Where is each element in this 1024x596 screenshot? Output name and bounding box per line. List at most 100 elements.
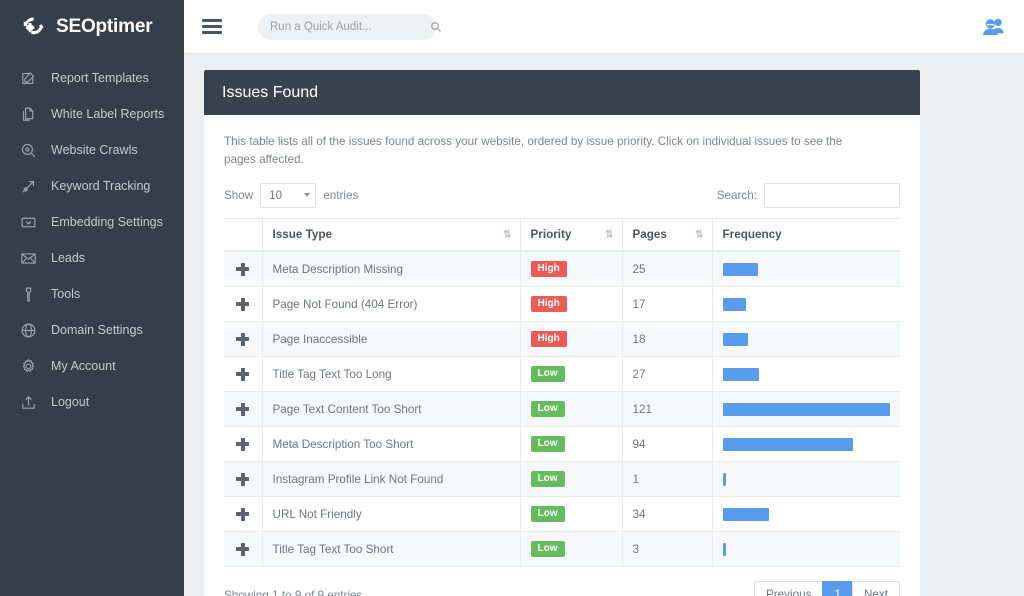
table-row[interactable]: URL Not Friendly Low 34 (224, 497, 900, 532)
people-icon[interactable] (982, 17, 1006, 37)
previous-page-button[interactable]: Previous (754, 581, 822, 596)
cell-frequency (712, 322, 900, 357)
trend-arrow-icon (20, 178, 37, 195)
cell-issue-type[interactable]: Page Text Content Too Short (262, 392, 520, 427)
plus-icon (236, 298, 249, 311)
quick-audit-input[interactable] (270, 21, 424, 33)
status-badge: High (531, 296, 567, 312)
table-row[interactable]: Instagram Profile Link Not Found Low 1 (224, 462, 900, 497)
sidebar-item-label: Logout (51, 395, 89, 409)
sidebar-item-label: My Account (51, 359, 116, 373)
column-label: Pages (633, 228, 667, 241)
expand-row-button[interactable] (224, 287, 262, 322)
cell-frequency (712, 392, 900, 427)
table-row[interactable]: Title Tag Text Too ShortLow3 (224, 532, 900, 567)
status-badge: Low (531, 541, 565, 557)
cell-pages: 1 (622, 462, 712, 497)
sidebar-item-label: Keyword Tracking (51, 179, 150, 193)
table-search-group: Search: (717, 183, 900, 208)
cell-pages: 27 (622, 357, 712, 392)
cell-issue-type[interactable]: URL Not Friendly (262, 497, 520, 532)
hamburger-icon[interactable] (202, 19, 222, 34)
cell-issue-type[interactable]: Meta Description Too Short (262, 427, 520, 462)
sidebar-item-website-crawls[interactable]: Website Crawls (0, 132, 184, 168)
cell-issue-type[interactable]: Meta Description Missing (262, 251, 520, 287)
cell-issue-type[interactable]: Instagram Profile Link Not Found (262, 462, 520, 497)
envelope-icon (20, 250, 37, 267)
sidebar-item-logout[interactable]: Logout (0, 384, 184, 420)
sidebar-item-label: Tools (51, 287, 80, 301)
search-input[interactable] (764, 183, 900, 208)
cell-pages: 121 (622, 392, 712, 427)
sidebar-item-tools[interactable]: Tools (0, 276, 184, 312)
expand-row-button[interactable] (224, 322, 262, 357)
sidebar-item-leads[interactable]: Leads (0, 240, 184, 276)
table-footer: Showing 1 to 9 of 9 entries Previous 1 N… (224, 581, 900, 596)
cell-issue-type[interactable]: Page Inaccessible (262, 322, 520, 357)
expand-row-button[interactable] (224, 462, 262, 497)
brand-logo[interactable]: SEOptimer (0, 0, 184, 54)
expand-row-button[interactable] (224, 357, 262, 392)
cell-frequency (712, 287, 900, 322)
content-area: Issues Found This table lists all of the… (184, 54, 1024, 596)
expand-row-button[interactable] (224, 532, 262, 567)
plus-icon (236, 333, 249, 346)
status-badge: Low (531, 471, 565, 487)
sidebar-item-label: Leads (51, 251, 85, 265)
cell-frequency (712, 427, 900, 462)
hamburger-bar (202, 31, 222, 34)
status-badge: Low (531, 506, 565, 522)
table-row[interactable]: Meta Description Too ShortLow94 (224, 427, 900, 462)
expand-row-button[interactable] (224, 251, 262, 287)
column-header-issue-type[interactable]: Issue Type ⇅ (262, 219, 520, 252)
edit-document-icon (20, 70, 37, 87)
expand-row-button[interactable] (224, 392, 262, 427)
sidebar-item-label: Domain Settings (51, 323, 143, 337)
next-page-button[interactable]: Next (852, 581, 900, 596)
topbar (184, 0, 1024, 54)
issues-card: Issues Found This table lists all of the… (204, 70, 920, 596)
sidebar-item-keyword-tracking[interactable]: Keyword Tracking (0, 168, 184, 204)
table-row[interactable]: Page Text Content Too ShortLow121 (224, 392, 900, 427)
table-row[interactable]: Meta Description MissingHigh25 (224, 251, 900, 287)
sidebar-item-report-templates[interactable]: Report Templates (0, 60, 184, 96)
cell-priority: High (520, 251, 622, 287)
table-row[interactable]: Title Tag Text Too LongLow27 (224, 357, 900, 392)
sidebar-item-label: Embedding Settings (51, 215, 163, 229)
frequency-bar (723, 403, 891, 416)
table-row[interactable]: Page InaccessibleHigh18 (224, 322, 900, 357)
sort-icon: ⇅ (695, 229, 702, 240)
gear-icon (20, 358, 37, 375)
card-body: This table lists all of the issues found… (204, 115, 920, 596)
cell-frequency (712, 251, 900, 287)
quick-audit-search[interactable] (258, 14, 436, 40)
sidebar-item-domain-settings[interactable]: Domain Settings (0, 312, 184, 348)
expand-row-button[interactable] (224, 427, 262, 462)
column-label: Issue Type (273, 228, 333, 241)
sidebar-item-embedding-settings[interactable]: Embedding Settings (0, 204, 184, 240)
column-label: Frequency (723, 228, 782, 241)
plus-icon (236, 473, 249, 486)
entries-select[interactable]: 10 25 50 100 (260, 183, 316, 208)
cell-pages: 34 (622, 497, 712, 532)
cell-issue-type[interactable]: Page Not Found (404 Error) (262, 287, 520, 322)
cell-priority: Low (520, 427, 622, 462)
frequency-bar (723, 333, 748, 346)
frequency-bar (723, 508, 770, 521)
expand-column-header (224, 219, 262, 252)
column-header-pages[interactable]: Pages ⇅ (622, 219, 712, 252)
page-number-button[interactable]: 1 (822, 581, 852, 596)
plus-icon (236, 368, 249, 381)
table-row[interactable]: Page Not Found (404 Error)High17 (224, 287, 900, 322)
sidebar-item-my-account[interactable]: My Account (0, 348, 184, 384)
column-header-priority[interactable]: Priority ⇅ (520, 219, 622, 252)
sidebar-item-white-label-reports[interactable]: White Label Reports (0, 96, 184, 132)
expand-row-button[interactable] (224, 497, 262, 532)
cell-pages: 25 (622, 251, 712, 287)
main-area: Issues Found This table lists all of the… (184, 0, 1024, 596)
cell-issue-type[interactable]: Title Tag Text Too Short (262, 532, 520, 567)
frequency-bar (723, 368, 760, 381)
frequency-bar (723, 543, 726, 556)
table-body: Meta Description MissingHigh25Page Not F… (224, 251, 900, 567)
cell-issue-type[interactable]: Title Tag Text Too Long (262, 357, 520, 392)
